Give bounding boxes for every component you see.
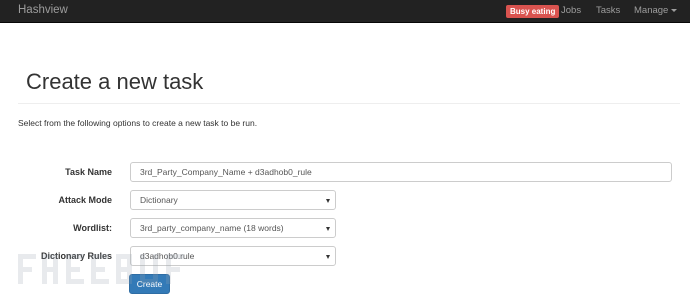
wordlist-value: 3rd_party_company_name (18 words) [140, 223, 284, 233]
nav-tasks-link[interactable]: Tasks [596, 5, 620, 16]
attack-mode-select[interactable]: Dictionary [130, 190, 336, 210]
intro-text: Select from the following options to cre… [18, 118, 258, 128]
chevron-down-icon [326, 199, 330, 203]
page-title: Create a new task [26, 69, 204, 94]
nav-manage-dropdown[interactable]: Manage [634, 5, 678, 16]
title-divider [18, 103, 680, 104]
attack-mode-value: Dictionary [140, 195, 178, 205]
brand-link[interactable]: Hashview [18, 4, 68, 16]
nav-manage-label: Manage [634, 5, 669, 16]
navbar: Hashview Busy eating Jobs Tasks Manage [0, 0, 690, 23]
task-name-input[interactable] [130, 162, 672, 182]
caret-down-icon [671, 8, 678, 12]
watermark-logo [18, 254, 184, 284]
task-name-label: Task Name [65, 167, 112, 177]
nav-jobs-link[interactable]: Jobs [561, 5, 581, 16]
wordlist-label: Wordlist: [73, 223, 112, 233]
wordlist-select[interactable]: 3rd_party_company_name (18 words) [130, 218, 336, 238]
attack-mode-label: Attack Mode [58, 195, 112, 205]
chevron-down-icon [326, 227, 330, 231]
chevron-down-icon [326, 255, 330, 259]
status-badge: Busy eating [506, 5, 560, 18]
